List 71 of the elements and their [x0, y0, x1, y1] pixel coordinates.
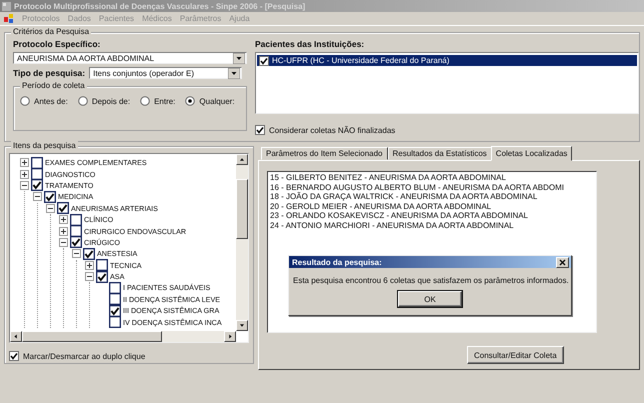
checkbox[interactable]: [57, 202, 69, 214]
window-title: Protocolo Multiprofissional de Doenças Vasculares - Sinpe 2006 - [Pesquisa]: [14, 2, 306, 10]
checkbox[interactable]: [96, 270, 108, 283]
checkbox[interactable]: [96, 259, 108, 272]
radio-button[interactable]: [20, 96, 30, 106]
list-item[interactable]: 15 - GILBERTO BENITEZ - ANEURISMA DA AORTA ABDOMINAL: [270, 173, 594, 183]
checkbox-label: Considerar coletas NÃO finalizadas: [269, 126, 396, 134]
list-item[interactable]: 23 - ORLANDO KOSAKEVISCZ - ANEURISMA DA AORTA ABDOMINAL: [270, 211, 594, 221]
dropdown-arrow-icon: [233, 52, 245, 64]
expand-icon[interactable]: [59, 226, 68, 236]
radio-label: Depois de:: [92, 96, 130, 106]
checkbox[interactable]: [31, 156, 43, 169]
list-item[interactable]: 24 - ANTONIO MARCHIORI - ANEURISMA DA AORTA ABDOMINAL: [270, 220, 594, 231]
search-type-dropdown[interactable]: Itens conjuntos (operador E): [89, 67, 242, 79]
protocol-dropdown[interactable]: ANEURISMA DA AORTA ABDOMINAL: [13, 52, 247, 64]
dialog-title: Resultado da pesquisa:: [292, 258, 382, 266]
scrollbar[interactable]: [10, 331, 236, 342]
group-title: Período de coleta: [20, 81, 87, 90]
list-item[interactable]: HC-UFPR (HC - Universidade Federal do Paraná): [257, 55, 637, 66]
checkbox[interactable]: [70, 225, 82, 238]
radio-label: Entre:: [154, 96, 176, 106]
checkbox[interactable]: [70, 236, 82, 248]
close-icon[interactable]: [556, 256, 569, 268]
dropdown-arrow-icon: [228, 68, 240, 78]
checkbox[interactable]: [109, 293, 121, 306]
dialog-message: Esta pesquisa encontrou 6 coletas que satisfazem os parâmetros informados.: [292, 275, 570, 287]
checkbox[interactable]: [109, 316, 121, 328]
edit-button[interactable]: Consultar/Editar Coleta: [467, 346, 564, 364]
checkbox[interactable]: [31, 179, 43, 192]
checkbox[interactable]: [44, 190, 56, 203]
checkbox[interactable]: [259, 56, 269, 66]
list-item[interactable]: 16 - BERNARDO AUGUSTO ALBERTO BLUM - ANEURISMA DA AORTA ABDOMI: [270, 182, 594, 192]
checkbox[interactable]: [70, 214, 82, 226]
checkbox[interactable]: [83, 248, 95, 260]
collapse-icon[interactable]: [85, 272, 94, 282]
checkbox[interactable]: [255, 125, 265, 135]
group-title: Critérios da Pesquisa: [11, 27, 92, 36]
app-icon: [2, 2, 11, 10]
radio-button[interactable]: [185, 96, 196, 106]
collapse-icon[interactable]: [33, 192, 42, 202]
tab[interactable]: Coletas Localizadas: [490, 146, 572, 161]
scroll-thumb[interactable]: [236, 179, 248, 239]
expand-icon[interactable]: [20, 170, 29, 179]
field-label: Tipo de pesquisa:: [13, 68, 86, 78]
radio-label: Qualquer:: [199, 96, 235, 106]
expand-icon[interactable]: [20, 158, 29, 168]
radio-button[interactable]: [78, 96, 88, 106]
collapse-icon[interactable]: [59, 238, 68, 247]
radio-button[interactable]: [140, 96, 150, 106]
radio-label: Antes de:: [34, 96, 68, 106]
collapse-icon[interactable]: [72, 249, 81, 258]
field-label: Pacientes das Instituições:: [255, 39, 366, 49]
list-item[interactable]: 18 - JOÃO DA GRAÇA WALTRICK - ANEURISMA DA AORTA ABDOMINAL: [270, 192, 594, 202]
tab[interactable]: Parâmetros do Item Selecionado: [261, 147, 388, 160]
scrollbar[interactable]: [236, 154, 248, 331]
expand-icon[interactable]: [85, 260, 94, 270]
scroll-thumb[interactable]: [22, 331, 162, 342]
collapse-icon[interactable]: [46, 204, 55, 213]
collapse-icon[interactable]: [20, 180, 29, 190]
group-title: Itens da pesquisa: [11, 141, 78, 150]
checkbox[interactable]: [109, 304, 121, 317]
checkbox[interactable]: [9, 351, 19, 361]
list-item[interactable]: 20 - GEROLD MEIER - ANEURISMA DA AORTA ABDOMINAL: [270, 202, 594, 212]
field-label: Protocolo Específico:: [13, 39, 102, 49]
checkbox[interactable]: [109, 282, 121, 294]
checkbox[interactable]: [31, 168, 43, 180]
checkbox-label: Marcar/Desmarcar ao duplo clique: [23, 352, 146, 360]
expand-icon[interactable]: [59, 215, 68, 224]
tab[interactable]: Resultados da Estatísticos: [388, 147, 492, 160]
ok-button[interactable]: OK: [398, 291, 462, 307]
app-icon: [4, 14, 14, 23]
